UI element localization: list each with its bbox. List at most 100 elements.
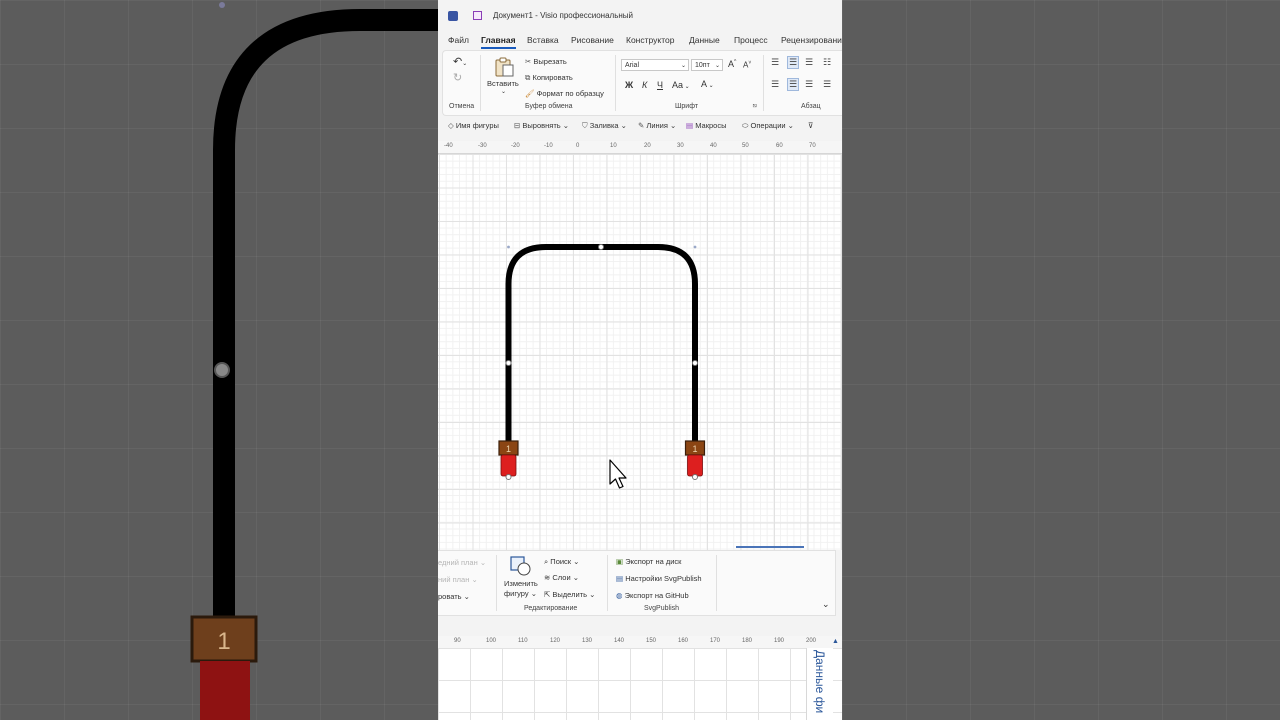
paste-button[interactable]: [493, 57, 515, 79]
search-icon: ⌕: [544, 557, 549, 566]
layers-button[interactable]: ≋ Слои ⌄: [544, 573, 579, 582]
background-connector-label: 1: [217, 628, 230, 655]
find-button[interactable]: ⌕ Поиск ⌄: [544, 557, 579, 567]
cursor-icon: ⇱: [544, 590, 551, 599]
pipe-connector-shape[interactable]: [505, 244, 698, 444]
shape-name-button[interactable]: ◇ Имя фигуры: [448, 121, 499, 130]
line-button[interactable]: ✎ Линия ⌄: [638, 121, 676, 130]
change-shape-label-1: Изменить: [504, 579, 538, 588]
layers-icon: ≋: [544, 573, 551, 582]
tab-insert[interactable]: Вставка: [527, 35, 559, 45]
ribbon-home: ↶⌄ ↻ Отмена Вставить ⌄ ✂ Вырезать ⧉ Копи…: [442, 50, 842, 116]
mouse-pointer-icon: [609, 459, 627, 489]
selection-handle[interactable]: [693, 245, 697, 249]
save-icon[interactable]: [473, 11, 482, 20]
svgpublish-settings-button[interactable]: ▤ Настройки SvgPublish: [616, 574, 702, 583]
tab-draw[interactable]: Рисование: [571, 35, 614, 45]
align-bottom-icon[interactable]: ☰: [805, 57, 813, 68]
export-github-button[interactable]: ◍ Экспорт на GitHub: [616, 591, 689, 600]
tab-file[interactable]: Файл: [448, 35, 469, 45]
macros-button[interactable]: ▤ Макросы: [686, 121, 726, 130]
drawing-svg: 1 1: [498, 244, 804, 548]
collapse-ribbon-icon[interactable]: ⌄: [822, 599, 830, 610]
shape-data-panel-title: Данные фи: [813, 650, 827, 714]
drawing-canvas-secondary[interactable]: [438, 648, 842, 720]
collapse-arrow-icon[interactable]: ▲: [832, 638, 839, 645]
tab-data[interactable]: Данные: [689, 35, 720, 45]
italic-button[interactable]: К: [642, 80, 647, 90]
svgpublish-group-label: SvgPublish: [644, 605, 680, 612]
select-button[interactable]: ⇱ Выделить ⌄: [544, 590, 595, 599]
cut-button[interactable]: ✂ Вырезать: [525, 57, 567, 66]
shape-data-panel[interactable]: Данные фи: [806, 648, 833, 720]
ribbon-secondary: едний план ⌄ ний план ⌄ ровать ⌄ Изменит…: [438, 550, 836, 616]
endpoint-handle[interactable]: [505, 474, 512, 480]
drawing-canvas[interactable]: 1 1: [438, 154, 842, 550]
endpoint-handle[interactable]: [692, 474, 698, 480]
change-shape-label-2: фигуру ⌄: [504, 589, 537, 598]
tab-design[interactable]: Конструктор: [626, 35, 674, 45]
tab-review[interactable]: Рецензирование: [781, 35, 842, 45]
copy-button[interactable]: ⧉ Копировать: [525, 73, 573, 83]
change-shape-icon: [510, 556, 531, 576]
selection-handle[interactable]: [507, 245, 510, 249]
bold-button[interactable]: Ж: [625, 80, 633, 90]
font-color-button[interactable]: A ⌄: [701, 79, 714, 89]
font-name-select[interactable]: Arial ⌄: [621, 59, 689, 71]
align-right-icon[interactable]: ☰: [805, 79, 813, 90]
visio-logo-icon: [448, 11, 458, 21]
midpoint-handle[interactable]: [692, 360, 698, 366]
paste-dropdown-icon[interactable]: ⌄: [501, 88, 506, 95]
undo-icon[interactable]: ↶⌄: [453, 55, 467, 68]
change-case-button[interactable]: Aa ⌄: [672, 80, 690, 90]
pen-icon: ✎: [638, 121, 645, 130]
operations-button[interactable]: ⬭ Операции ⌄: [742, 121, 794, 131]
midpoint-handle[interactable]: [505, 360, 512, 366]
tab-process[interactable]: Процесс: [734, 35, 768, 45]
group-item[interactable]: ровать ⌄: [438, 592, 470, 601]
dialog-launcher-icon[interactable]: ⧅: [753, 103, 757, 110]
underline-button[interactable]: Ч: [657, 80, 663, 90]
export-disk-icon: ▣: [616, 557, 624, 566]
quick-access-bar: ◇ Имя фигуры ⊟ Выровнять ⌄ ⛉ Заливка ⌄ ✎…: [438, 116, 842, 136]
send-backward-item[interactable]: ний план ⌄: [438, 575, 478, 584]
clipboard-group-label: Буфер обмена: [525, 103, 573, 110]
grow-font-button[interactable]: A^: [728, 59, 736, 69]
visio-window: Документ1 - Visio профессиональный Файл …: [438, 0, 842, 720]
connector-end-left[interactable]: 1: [498, 440, 519, 480]
bullets-icon[interactable]: ☷: [823, 57, 831, 68]
undo-group-label: Отмена: [449, 103, 475, 110]
bring-forward-item[interactable]: едний план ⌄: [438, 558, 486, 567]
format-painter-button[interactable]: 🖌 Формат по образцу: [525, 89, 604, 98]
document-title: Документ1 - Visio профессиональный: [493, 11, 634, 20]
ribbon-tabs: Файл Главная Вставка Рисование Конструкт…: [438, 32, 842, 50]
shape-icon: ◇: [448, 121, 454, 130]
align-icon: ⊟: [514, 121, 521, 130]
connector-end-right[interactable]: 1: [684, 440, 706, 480]
horizontal-scroll-thumb[interactable]: [736, 546, 804, 548]
align-center-icon[interactable]: ☰: [787, 78, 800, 91]
clipboard-icon: [495, 57, 514, 77]
align-button[interactable]: ⊟ Выровнять ⌄: [514, 121, 569, 130]
justify-icon[interactable]: ☰: [823, 79, 831, 90]
fill-button[interactable]: ⛉ Заливка ⌄: [582, 121, 627, 131]
app-name: Visio профессиональный: [540, 11, 634, 20]
title-bar: Документ1 - Visio профессиональный: [438, 0, 842, 32]
tab-home[interactable]: Главная: [481, 35, 516, 49]
shrink-font-button[interactable]: A˅: [743, 60, 751, 70]
font-size-select[interactable]: 10пт ⌄: [691, 59, 723, 71]
change-shape-button[interactable]: [510, 556, 532, 578]
editing-group-label: Редактирование: [524, 605, 578, 612]
redo-icon[interactable]: ↻: [453, 71, 462, 84]
align-middle-icon[interactable]: ☰: [787, 56, 800, 69]
background-left: 1: [0, 0, 438, 720]
fill-bucket-icon: ⛉: [582, 121, 588, 130]
connector-label-left: 1: [506, 444, 511, 454]
align-left-icon[interactable]: ☰: [771, 79, 779, 90]
settings-icon: ▤: [616, 574, 624, 583]
customize-bar-icon[interactable]: ⊽: [808, 121, 814, 130]
align-top-icon[interactable]: ☰: [771, 57, 779, 68]
export-disk-button[interactable]: ▣ Экспорт на диск: [616, 557, 681, 566]
midpoint-handle[interactable]: [598, 244, 604, 250]
background-pipe-drawing: 1: [190, 2, 438, 720]
